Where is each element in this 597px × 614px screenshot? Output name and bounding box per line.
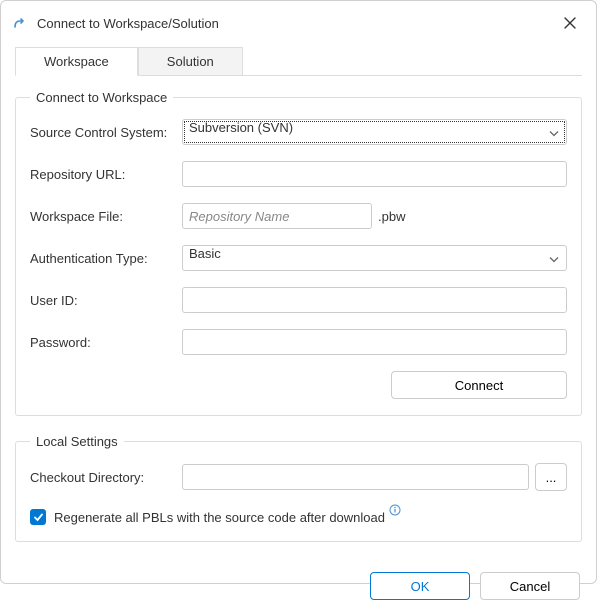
tab-solution[interactable]: Solution [138, 47, 243, 76]
auth-type-select[interactable]: Basic [182, 245, 567, 271]
dialog-title: Connect to Workspace/Solution [37, 16, 556, 31]
check-icon [33, 512, 44, 523]
checkout-dir-input[interactable] [182, 464, 529, 490]
regenerate-checkbox[interactable] [30, 509, 46, 525]
close-button[interactable] [556, 9, 584, 37]
connect-workspace-group: Connect to Workspace Source Control Syst… [15, 90, 582, 416]
scs-select[interactable]: Subversion (SVN) [182, 119, 567, 145]
titlebar: Connect to Workspace/Solution [1, 1, 596, 43]
tab-content: Connect to Workspace Source Control Syst… [15, 75, 582, 560]
cancel-button[interactable]: Cancel [480, 572, 580, 600]
password-label: Password: [30, 335, 182, 350]
password-input[interactable] [182, 329, 567, 355]
local-settings-group: Local Settings Checkout Directory: ... R… [15, 434, 582, 542]
scs-label: Source Control System: [30, 125, 182, 140]
close-icon [564, 17, 576, 29]
workspace-file-label: Workspace File: [30, 209, 182, 224]
workspace-file-suffix: .pbw [378, 209, 405, 224]
user-id-label: User ID: [30, 293, 182, 308]
workspace-file-input[interactable] [182, 203, 372, 229]
connect-workspace-legend: Connect to Workspace [30, 90, 173, 105]
user-id-input[interactable] [182, 287, 567, 313]
repo-url-label: Repository URL: [30, 167, 182, 182]
auth-type-label: Authentication Type: [30, 251, 182, 266]
tab-workspace[interactable]: Workspace [15, 47, 138, 76]
tab-strip: Workspace Solution [1, 47, 596, 76]
info-icon[interactable] [389, 504, 401, 519]
repo-url-input[interactable] [182, 161, 567, 187]
checkout-dir-label: Checkout Directory: [30, 470, 182, 485]
app-icon [13, 15, 29, 31]
dialog-footer: OK Cancel [1, 560, 596, 614]
browse-button[interactable]: ... [535, 463, 567, 491]
connect-dialog: Connect to Workspace/Solution Workspace … [0, 0, 597, 584]
ok-button[interactable]: OK [370, 572, 470, 600]
local-settings-legend: Local Settings [30, 434, 124, 449]
connect-button[interactable]: Connect [391, 371, 567, 399]
regenerate-label: Regenerate all PBLs with the source code… [54, 510, 385, 525]
